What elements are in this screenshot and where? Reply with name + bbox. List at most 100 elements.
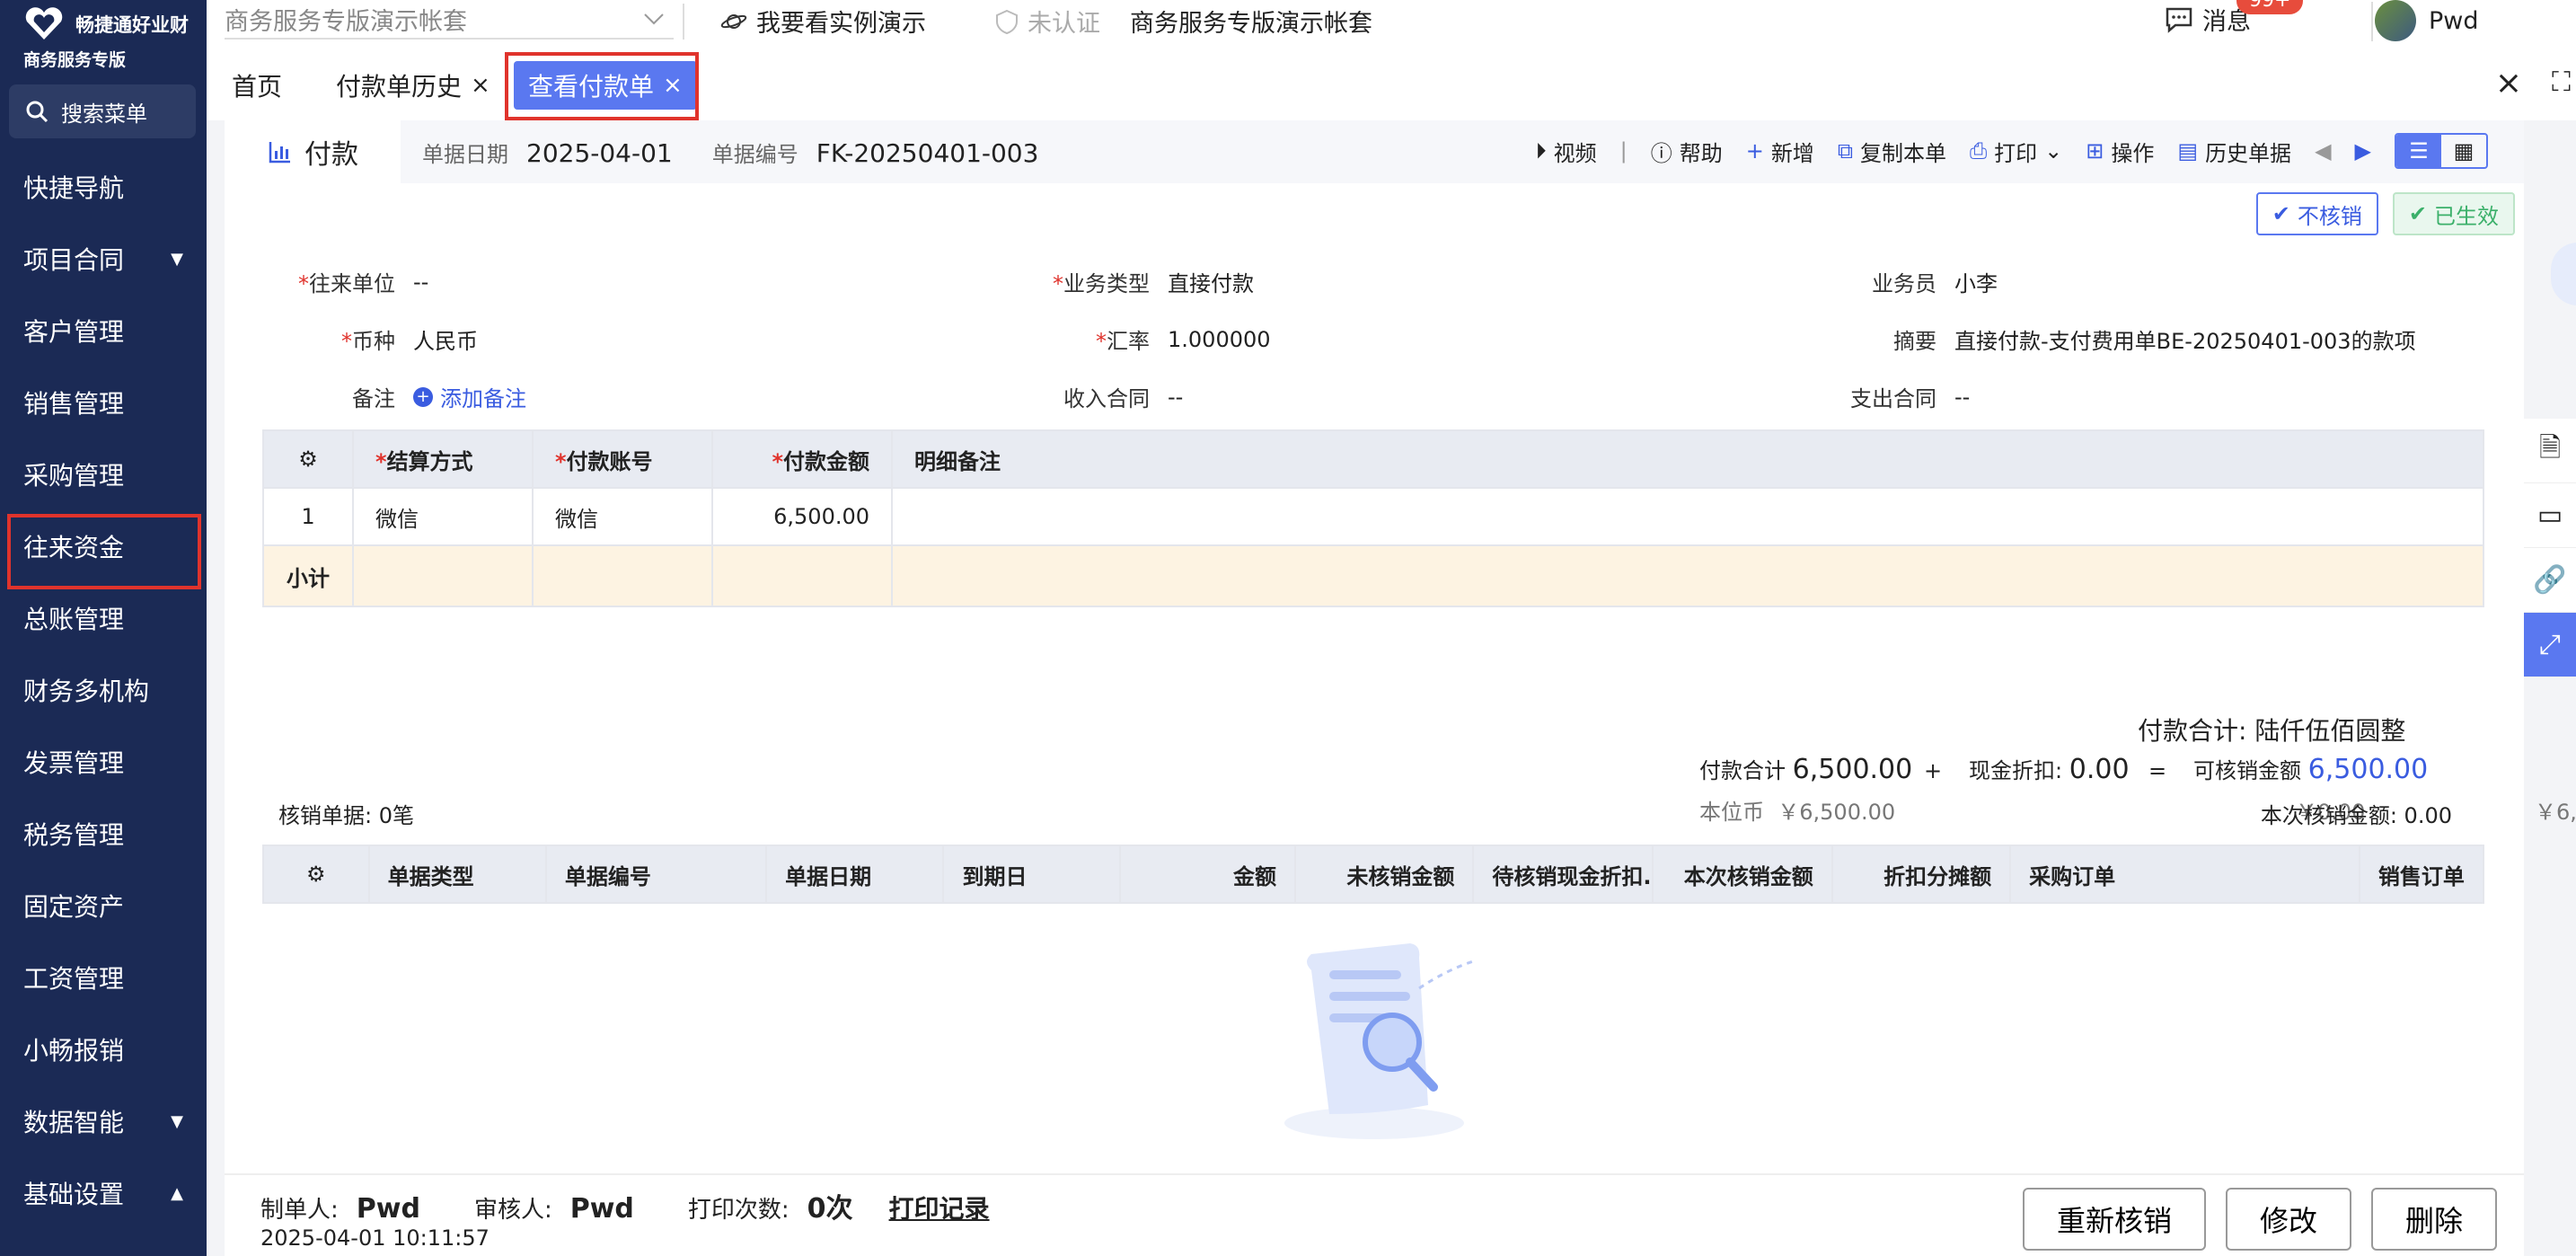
sidebar-item-tax[interactable]: 税务管理 [0,798,207,870]
tab-payment-history[interactable]: 付款单历史 × [322,61,505,110]
tab-label: 首页 [232,72,283,102]
expand-icon[interactable]: ⤢ [2524,613,2576,677]
check-circle-icon: ✔ [2408,201,2427,226]
delete-button[interactable]: 删除 [2370,1188,2497,1251]
print-log-link[interactable]: 打印记录 [889,1190,990,1225]
account-select[interactable]: 商务服务专版演示帐套 [225,0,674,40]
biztype-value[interactable]: 直接付款 [1168,266,1254,297]
discount-value: 0.00 [2069,754,2130,785]
summary-value[interactable]: 直接付款-支付费用单BE-20250401-003的款项 [1954,323,2416,355]
brand-logo: 畅捷通好业财 商务服务专版 [0,0,207,75]
card-view-icon[interactable]: ▦ [2441,135,2486,167]
footer-buttons: 重新核销 修改 删除 [2022,1188,2497,1251]
writeoff-available: 可核销金额 6,500.00 [2193,753,2428,785]
copy-button[interactable]: ⧉ 复制本单 [1838,136,1946,167]
tool-label: 操作 [2111,140,2155,166]
column-settings-icon[interactable]: ⚙ [262,845,370,904]
inbox-icon[interactable]: ▭ [2524,483,2576,548]
sidebar-item-funds[interactable]: 往来资金 [0,510,207,589]
rewriteoff-button[interactable]: 重新核销 [2022,1188,2206,1251]
maker-label: 制单人: [260,1197,339,1224]
document-toolbar: ⏵ 视频 | ⓘ 帮助 + 新增 ⧉ 复制本单 ⎙ 打印 ⌄ ⊞ 操作 ▤ 历史单据 ◀ ▶ ☰… [1536,133,2488,169]
attachment-icon[interactable]: 🔗 [2524,548,2576,613]
video-button[interactable]: ⏵ 视频 [1536,136,1597,167]
subtotal-cell [352,544,534,607]
fullscreen-icon[interactable]: ⛶ [2552,66,2571,98]
close-all-tabs-icon[interactable]: × [2495,65,2522,102]
auditor-value: Pwd [569,1193,634,1225]
tab-home[interactable]: 首页 [217,61,296,110]
search-menu-button[interactable]: 搜索菜单 [9,84,196,138]
payment-amount-cell[interactable]: 6,500.00 [711,487,893,546]
sidebar-item-basic-settings[interactable]: 基础设置 ▲ [0,1157,207,1229]
table-row[interactable]: 1 微信 微信 6,500.00 [262,487,2484,546]
column-settings-icon[interactable]: ⚙ [262,429,354,489]
user-menu[interactable]: Pwd [2375,0,2479,41]
doc-type-tab[interactable]: 付款 [225,120,401,183]
column-header: 到期日 [942,845,1121,904]
tool-label: 历史单据 [2205,140,2292,166]
add-note-button[interactable]: + 添加备注 [413,381,526,412]
sidebar-item-expense[interactable]: 小畅报销 [0,1013,207,1085]
next-record-icon[interactable]: ▶ [2355,138,2371,164]
sidebar: 畅捷通好业财 商务服务专版 搜索菜单 快捷导航 项目合同 ▼ 客户管理 销售管理 … [0,0,207,1256]
sidebar-item-project-contract[interactable]: 项目合同 ▼ [0,223,207,295]
close-icon[interactable]: × [471,72,490,99]
document-info-icon[interactable]: 🗎 [2524,419,2576,483]
effective-badge: ✔ 已生效 [2392,192,2515,235]
list-view-icon[interactable]: ☰ [2396,135,2441,167]
subtotal-cell [532,544,713,607]
local-currency-label: 本位币 [1699,800,1764,825]
sidebar-item-purchase[interactable]: 采购管理 [0,438,207,510]
detail-note-cell[interactable] [891,487,2484,546]
chevron-down-icon[interactable]: ⌄ [2044,138,2062,164]
settlement-method-cell[interactable]: 微信 [352,487,534,546]
edit-button[interactable]: 修改 [2225,1188,2351,1251]
writeoff-available-label: 可核销金额 [2193,758,2301,783]
sidebar-item-quick-nav[interactable]: 快捷导航 [0,151,207,223]
expense-contract-field: 支出合同 -- [1766,381,1970,412]
sidebar-item-data-intel[interactable]: 数据智能 ▼ [0,1085,207,1157]
sidebar-item-sales[interactable]: 销售管理 [0,367,207,438]
rate-value[interactable]: 1.000000 [1168,327,1271,352]
history-button[interactable]: ▤ 历史单据 [2177,136,2291,167]
doc-number-label: 单据编号 [711,142,798,167]
field-label: 汇率 [1107,329,1150,354]
right-rail: 🗎 ▭ 🔗 ⤢ [2524,419,2576,677]
demo-link[interactable]: 我要看实例演示 [720,4,926,39]
field-label: 业务类型 [1063,271,1150,296]
tab-bar: 首页 付款单历史 × 查看付款单 × × ⛶ [207,52,2576,120]
sidebar-item-payroll[interactable]: 工资管理 [0,942,207,1013]
field-label: 备注 [352,386,395,411]
sidebar-item-invoice[interactable]: 发票管理 [0,726,207,798]
subtotal-cell [711,544,893,607]
subtotal-label: 小计 [262,544,354,607]
income-contract-value[interactable]: -- [1168,385,1183,410]
unverified-status[interactable]: 未认证 [995,4,1100,39]
sidebar-item-label: 总账管理 [23,605,125,634]
sidebar-menu: 快捷导航 项目合同 ▼ 客户管理 销售管理 采购管理 往来资金 总账管理 财务多机… [0,151,207,1229]
partner-value[interactable]: -- [413,270,428,295]
column-header: 待核销现金折扣... [1472,845,1654,904]
prev-record-icon[interactable]: ◀ [2315,138,2331,164]
expense-contract-value[interactable]: -- [1954,385,1970,410]
sidebar-item-fixed-assets[interactable]: 固定资产 [0,870,207,942]
salesman-value[interactable]: 小李 [1954,266,1998,297]
operate-button[interactable]: ⊞ 操作 [2086,136,2154,167]
printer-icon: ⎙ [1969,138,1988,164]
currency-value[interactable]: 人民币 [413,323,478,355]
help-button[interactable]: ⓘ 帮助 [1651,136,1723,167]
currency-field: *币种 人民币 [225,323,478,355]
summary-field: 摘要 直接付款-支付费用单BE-20250401-003的款项 [1766,323,2416,355]
sidebar-item-label: 小畅报销 [23,1036,125,1066]
sidebar-item-customer[interactable]: 客户管理 [0,295,207,367]
sidebar-item-label: 往来资金 [23,533,125,562]
subtotal-row: 小计 [262,544,2484,607]
sidebar-item-ledger[interactable]: 总账管理 [0,582,207,654]
sidebar-item-label: 快捷导航 [23,173,125,203]
payment-account-cell[interactable]: 微信 [532,487,713,546]
print-button[interactable]: ⎙ 打印 ⌄ [1970,136,2062,167]
add-button[interactable]: + 新增 [1746,136,1814,167]
document-header: 付款 单据日期 2025-04-01 单据编号 FK-20250401-003 … [225,120,2524,183]
sidebar-item-multi-org[interactable]: 财务多机构 [0,654,207,726]
